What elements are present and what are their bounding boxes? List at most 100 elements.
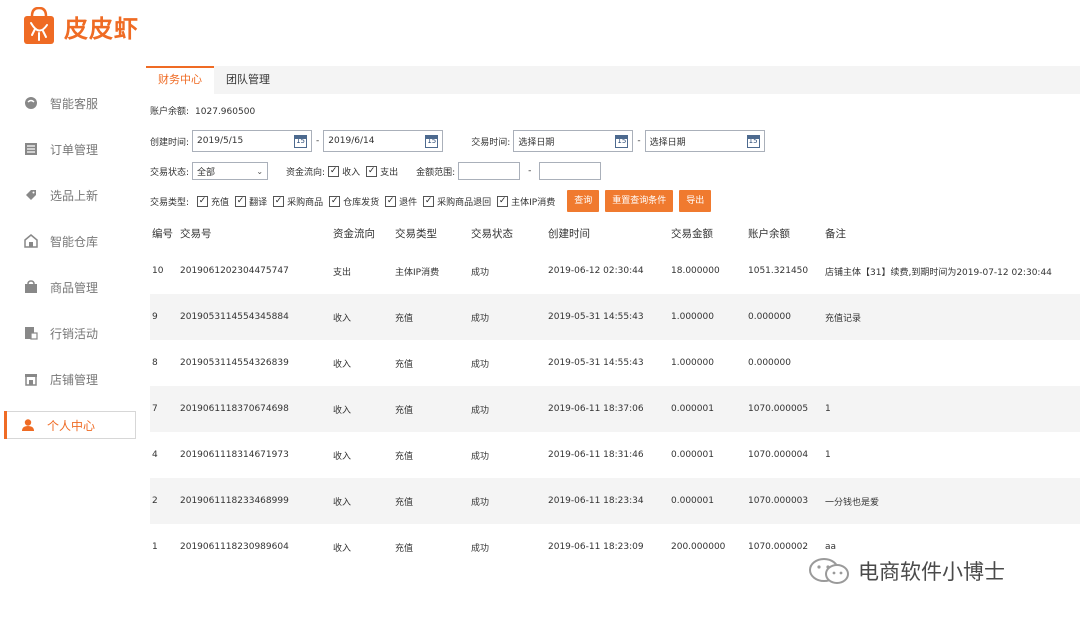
cell: 2019-05-31 14:55:43 <box>548 358 644 368</box>
created-from-input[interactable]: 2019/5/15 15 <box>192 130 313 152</box>
user-icon <box>21 418 35 432</box>
account-balance-value: 1027.960500 <box>195 107 256 117</box>
trade-time-label: 交易时间: <box>471 137 511 148</box>
cell: 充值 <box>395 543 414 554</box>
calendar-icon[interactable]: 15 <box>615 134 629 148</box>
table-row[interactable]: 4 2019061118314671973 收入 充值 成功 2019-06-1… <box>150 432 1080 478</box>
cell: 成功 <box>471 405 490 416</box>
calendar-icon[interactable]: 15 <box>294 134 308 148</box>
list-icon <box>24 142 38 156</box>
range-separator: - <box>637 136 641 146</box>
cell: 2019061118370674698 <box>180 404 289 414</box>
cell: 成功 <box>471 451 490 462</box>
cell: 支出 <box>333 267 352 278</box>
account-balance: 账户余额: 1027.960500 <box>150 104 255 117</box>
warehouse-icon <box>24 234 38 248</box>
store-icon <box>24 372 38 386</box>
type-checkbox-recharge[interactable]: ✓ 充值 <box>197 195 229 208</box>
sidebar-item-warehouse[interactable]: 智能仓库 <box>0 218 140 264</box>
checkbox-checked-icon: ✓ <box>423 195 435 207</box>
sidebar-item-label: 订单管理 <box>50 142 99 157</box>
flow-income-label: 收入 <box>342 167 361 178</box>
checkbox-checked-icon: ✓ <box>497 195 509 207</box>
type-label: 仓库发货 <box>343 197 380 208</box>
type-label: 翻译 <box>249 197 268 208</box>
cell: 200.000000 <box>671 542 726 552</box>
col-header: 交易金额 <box>671 227 713 240</box>
trade-type-label: 交易类型: <box>150 197 190 208</box>
table-row[interactable]: 7 2019061118370674698 收入 充值 成功 2019-06-1… <box>150 386 1080 432</box>
type-checkbox-purchase-return[interactable]: ✓ 采购商品退回 <box>423 195 491 208</box>
cell: 充值 <box>395 313 414 324</box>
col-header: 交易号 <box>180 227 212 240</box>
sidebar-item-label: 商品管理 <box>50 280 99 295</box>
wechat-icon <box>808 557 852 585</box>
amount-max-input[interactable] <box>539 162 602 180</box>
calendar-icon[interactable]: 15 <box>746 134 760 148</box>
type-checkbox-warehouse-ship[interactable]: ✓ 仓库发货 <box>329 195 379 208</box>
cell: 10 <box>152 266 164 276</box>
table-row[interactable]: 10 2019061202304475747 支出 主体IP消费 成功 2019… <box>150 248 1080 294</box>
cell: 0.000001 <box>671 404 714 414</box>
table-row[interactable]: 9 2019053114554345884 收入 充值 成功 2019-05-3… <box>150 294 1080 340</box>
trade-status-select[interactable]: 全部 ⌄ <box>192 162 269 180</box>
type-checkbox-translate[interactable]: ✓ 翻译 <box>235 195 267 208</box>
sidebar-item-products[interactable]: 商品管理 <box>0 264 140 310</box>
flow-expense-checkbox[interactable]: ✓ 支出 <box>366 165 398 178</box>
brand-name: 皮皮虾 <box>64 14 139 43</box>
cell: 0.000001 <box>671 496 714 506</box>
col-header: 资金流向 <box>333 227 375 240</box>
amount-min-input[interactable] <box>458 162 521 180</box>
sidebar-item-personal-center[interactable]: 个人中心 <box>4 411 136 439</box>
sidebar-item-label: 个人中心 <box>47 418 96 433</box>
col-header: 账户余额 <box>748 227 790 240</box>
type-checkbox-ip-consume[interactable]: ✓ 主体IP消费 <box>497 195 555 208</box>
cell: 2019061118230989604 <box>180 542 289 552</box>
cell: 1.000000 <box>671 312 714 322</box>
type-checkbox-return[interactable]: ✓ 退件 <box>385 195 417 208</box>
reset-query-button[interactable]: 重置查询条件 <box>605 190 674 212</box>
created-to-input[interactable]: 2019/6/14 15 <box>323 130 444 152</box>
watermark-text: 电商软件小博士 <box>858 560 1005 584</box>
type-checkbox-purchase[interactable]: ✓ 采购商品 <box>273 195 323 208</box>
sidebar-item-label: 行销活动 <box>50 326 99 341</box>
table-row[interactable]: 2 2019061118233468999 收入 充值 成功 2019-06-1… <box>150 478 1080 524</box>
transactions-table: 编号 交易号 资金流向 交易类型 交易状态 创建时间 交易金额 账户余额 备注 … <box>150 218 1080 570</box>
cell: 主体IP消费 <box>395 267 440 278</box>
cell: 9 <box>152 312 158 322</box>
trade-from-input[interactable]: 选择日期 15 <box>513 130 634 152</box>
type-label: 退件 <box>399 197 418 208</box>
table-header: 编号 交易号 资金流向 交易类型 交易状态 创建时间 交易金额 账户余额 备注 <box>150 218 1080 248</box>
cell: 0.000000 <box>748 358 791 368</box>
shopping-bag-logo-icon <box>22 6 56 45</box>
type-label: 采购商品 <box>287 197 324 208</box>
cell: 收入 <box>333 543 352 554</box>
export-button[interactable]: 导出 <box>679 190 712 212</box>
cell: 18.000000 <box>671 266 720 276</box>
calendar-icon[interactable]: 15 <box>425 134 439 148</box>
tab-finance-center[interactable]: 财务中心 <box>146 66 214 94</box>
trade-to-input[interactable]: 选择日期 15 <box>644 130 765 152</box>
cell: 2019-06-12 02:30:44 <box>548 266 644 276</box>
sidebar-item-orders[interactable]: 订单管理 <box>0 126 140 172</box>
sidebar-item-marketing[interactable]: 行销活动 <box>0 310 140 356</box>
cell: 充值 <box>395 497 414 508</box>
cell: 0.000000 <box>748 312 791 322</box>
sidebar-item-store[interactable]: 店铺管理 <box>0 356 140 402</box>
tab-team-management[interactable]: 团队管理 <box>214 66 282 94</box>
flow-income-checkbox[interactable]: ✓ 收入 <box>328 165 360 178</box>
cell: 7 <box>152 404 158 414</box>
date-filter-row: 创建时间: 2019/5/15 15 - 2019/6/14 15 交易时间: … <box>150 130 765 152</box>
brand-logo: 皮皮虾 <box>22 4 139 48</box>
query-button[interactable]: 查询 <box>567 190 600 212</box>
table-row[interactable]: 8 2019053114554326839 收入 充值 成功 2019-05-3… <box>150 340 1080 386</box>
type-label: 采购商品退回 <box>437 197 492 208</box>
cell: 2019-06-11 18:23:09 <box>548 542 644 552</box>
type-label: 主体IP消费 <box>511 197 556 208</box>
wechat-watermark: 电商软件小博士 <box>808 556 1005 586</box>
sidebar-item-product-selection[interactable]: 选品上新 <box>0 172 140 218</box>
range-separator: - <box>316 136 320 146</box>
checkbox-checked-icon: ✓ <box>329 195 341 207</box>
sidebar-item-customer-service[interactable]: 智能客服 <box>0 80 140 126</box>
sidebar-item-label: 智能仓库 <box>50 234 99 249</box>
